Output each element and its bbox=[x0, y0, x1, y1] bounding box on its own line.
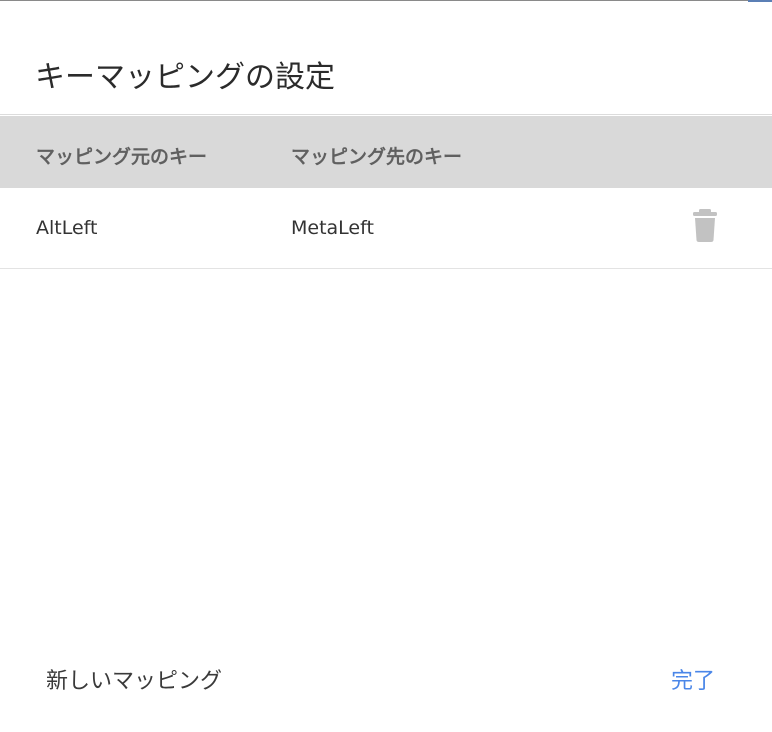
window-top-border bbox=[0, 0, 772, 1]
table-row: AltLeft MetaLeft bbox=[0, 188, 772, 269]
target-key-cell: MetaLeft bbox=[291, 217, 374, 239]
source-key-cell: AltLeft bbox=[36, 217, 98, 239]
dialog-title: キーマッピングの設定 bbox=[35, 60, 335, 96]
delete-mapping-button[interactable] bbox=[690, 208, 720, 242]
column-header-source-key: マッピング元のキー bbox=[36, 146, 208, 168]
title-divider bbox=[0, 114, 772, 115]
column-header-target-key: マッピング先のキー bbox=[291, 146, 463, 168]
table-header: マッピング元のキー マッピング先のキー bbox=[0, 116, 772, 188]
trash-icon bbox=[693, 209, 717, 242]
window-top-accent bbox=[748, 0, 772, 2]
done-button[interactable]: 完了 bbox=[671, 666, 715, 698]
new-mapping-button[interactable]: 新しいマッピング bbox=[46, 666, 222, 698]
